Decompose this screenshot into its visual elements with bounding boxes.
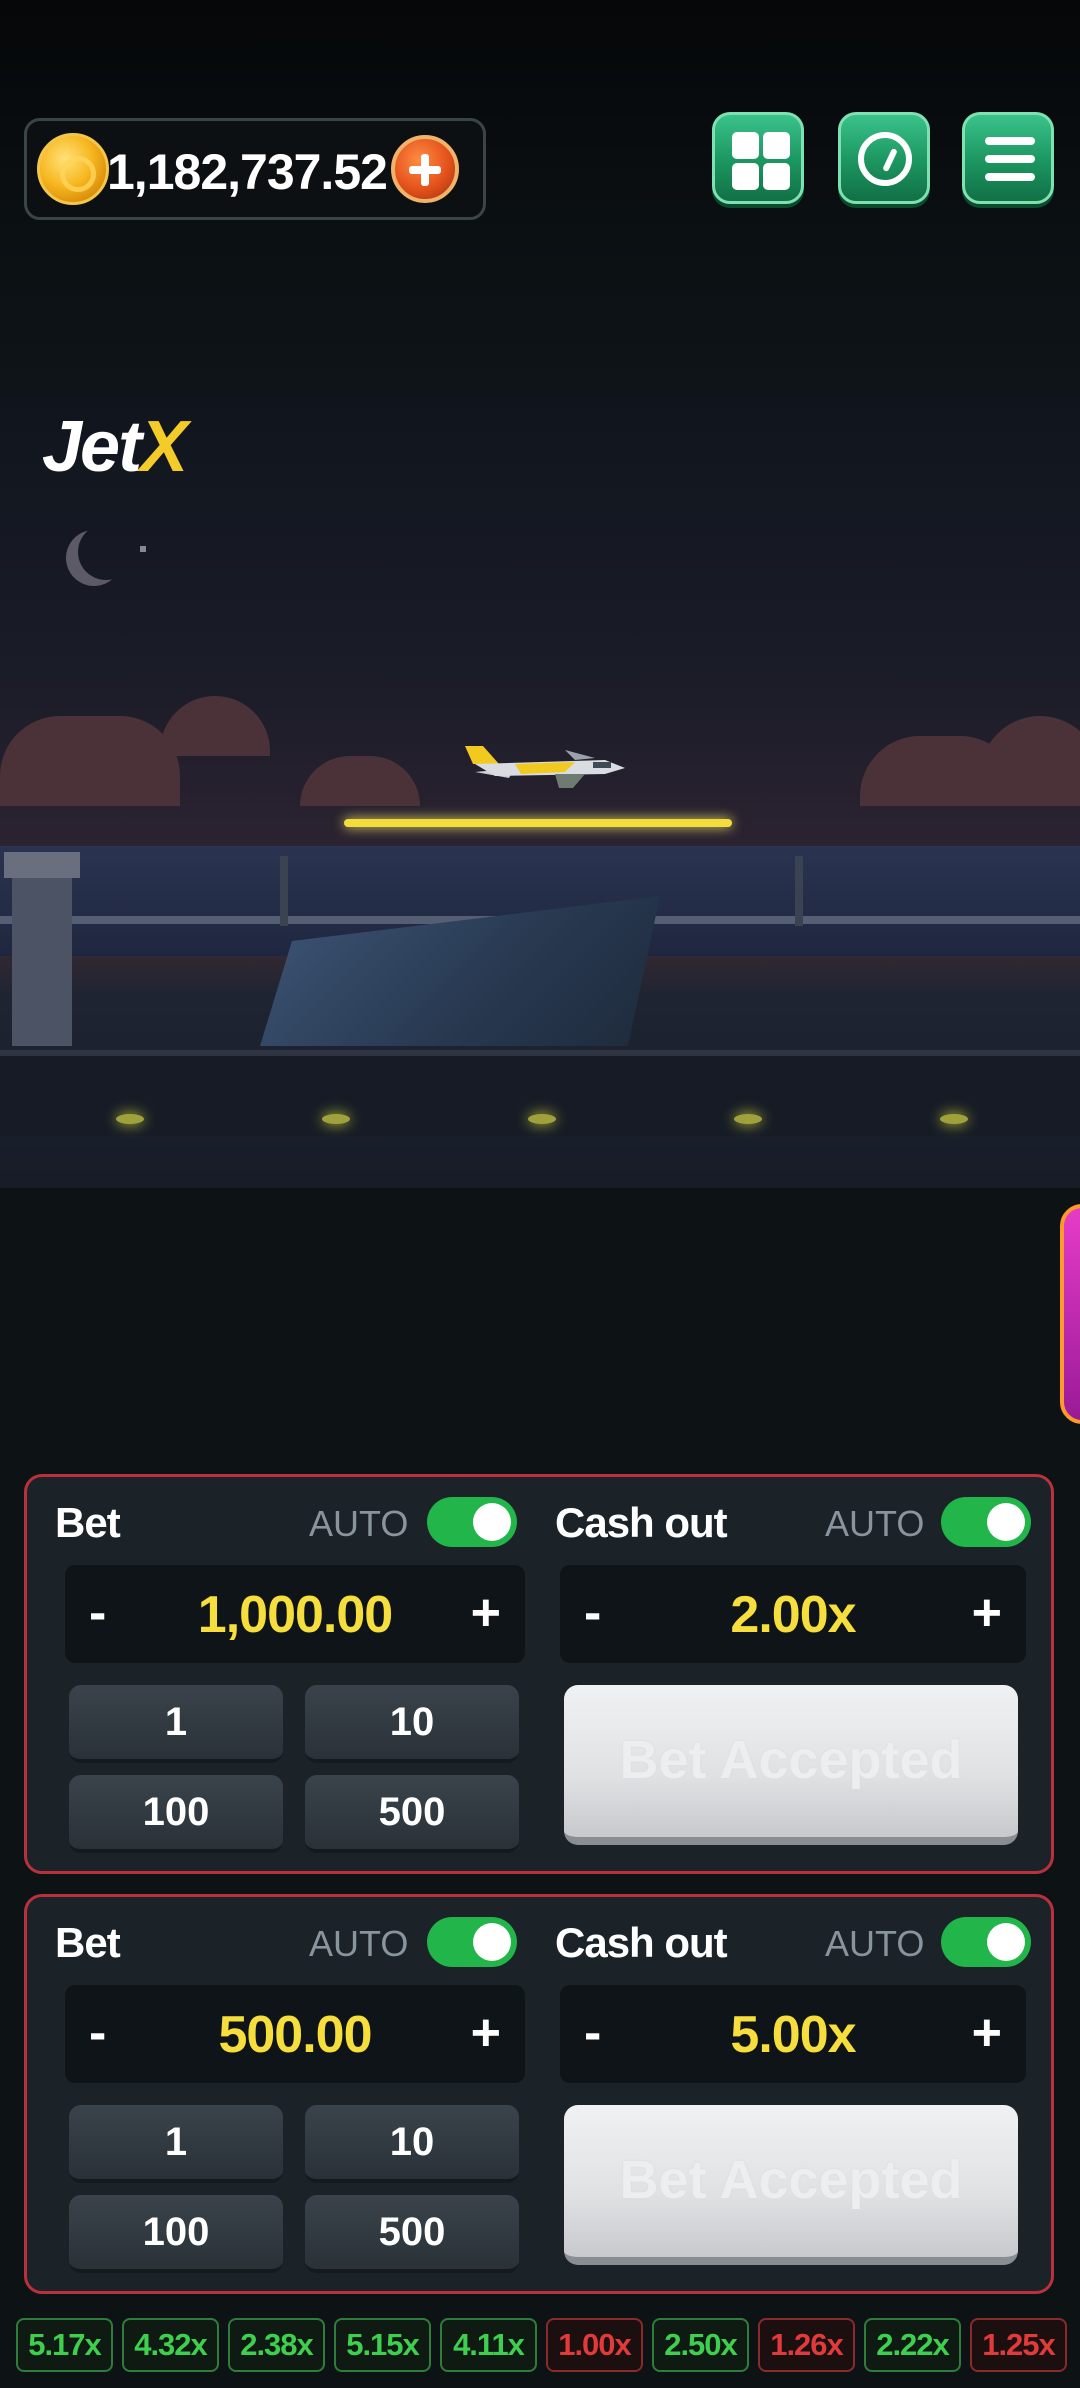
cashout-increase-button[interactable]: +: [972, 2003, 1002, 2063]
history-clock-button[interactable]: [838, 112, 930, 204]
runway: [0, 1056, 1080, 1136]
bet-amount-stepper: - 1,000.00 +: [65, 1565, 525, 1663]
game-scene: JetX: [0, 396, 1080, 1188]
grid-menu-button[interactable]: [712, 112, 804, 204]
bet-amount-stepper: - 500.00 +: [65, 1985, 525, 2083]
multiplier-history: 5.17x 4.32x 2.38x 5.15x 4.11x 1.00x 2.50…: [16, 2318, 1072, 2374]
history-item: 1.26x: [758, 2318, 855, 2372]
cashout-value[interactable]: 2.00x: [560, 1585, 1026, 1645]
coin-icon: [37, 133, 109, 205]
bet-accepted-button[interactable]: Bet Accepted: [564, 1685, 1018, 1845]
chip-button[interactable]: 500: [305, 1775, 519, 1853]
cashout-auto-label: AUTO: [825, 1503, 925, 1544]
chip-button[interactable]: 100: [69, 1775, 283, 1853]
history-item: 4.11x: [440, 2318, 537, 2372]
add-balance-icon[interactable]: [391, 135, 459, 203]
chip-button[interactable]: 500: [305, 2195, 519, 2273]
bet-label: Bet: [55, 1499, 121, 1546]
runway-light: [116, 1114, 144, 1124]
jet-trail: [344, 819, 732, 827]
top-bar: 1,182,737.52: [0, 0, 1080, 396]
bet-auto-label: AUTO: [309, 1503, 409, 1544]
cloud: [980, 716, 1080, 806]
promo-side-tab[interactable]: [1060, 1204, 1080, 1424]
bet-panel-2: Bet AUTO Cash out AUTO - 500.00 + - 5.00…: [24, 1894, 1054, 2294]
moon-icon: [78, 524, 134, 580]
bet-increase-button[interactable]: +: [471, 2003, 501, 2063]
cloud: [160, 696, 270, 756]
chip-button[interactable]: 10: [305, 1685, 519, 1763]
cashout-stepper: - 2.00x +: [560, 1565, 1026, 1663]
history-item: 5.17x: [16, 2318, 113, 2372]
history-item: 4.32x: [122, 2318, 219, 2372]
chip-button[interactable]: 10: [305, 2105, 519, 2183]
jetx-logo: JetX: [42, 407, 188, 487]
control-tower: [12, 866, 72, 1046]
cashout-increase-button[interactable]: +: [972, 1583, 1002, 1643]
balance-display: 1,182,737.52: [24, 118, 486, 220]
history-item: 2.50x: [652, 2318, 749, 2372]
cloud: [0, 716, 180, 806]
cloud: [300, 756, 420, 806]
history-item: 2.22x: [864, 2318, 961, 2372]
cashout-value[interactable]: 5.00x: [560, 2005, 1026, 2065]
runway-light: [734, 1114, 762, 1124]
bet-label: Bet: [55, 1919, 121, 1966]
cashout-label: Cash out: [555, 1919, 728, 1966]
bet-panel-1: Bet AUTO Cash out AUTO - 1,000.00 + - 2.…: [24, 1474, 1054, 1874]
runway-light: [528, 1114, 556, 1124]
balance-value: 1,182,737.52: [107, 144, 388, 200]
history-item: 1.00x: [546, 2318, 643, 2372]
history-item: 5.15x: [334, 2318, 431, 2372]
watchtower: [280, 856, 288, 926]
runway-light: [322, 1114, 350, 1124]
chip-button[interactable]: 100: [69, 2195, 283, 2273]
bet-auto-toggle[interactable]: [427, 1497, 517, 1547]
cashout-label: Cash out: [555, 1499, 728, 1546]
cashout-auto-toggle[interactable]: [941, 1917, 1031, 1967]
bet-auto-toggle[interactable]: [427, 1917, 517, 1967]
watchtower: [795, 856, 803, 926]
control-tower-top: [4, 852, 80, 878]
chip-button[interactable]: 1: [69, 2105, 283, 2183]
jet-icon: [465, 746, 625, 788]
star-icon: [140, 546, 146, 552]
main-menu-button[interactable]: [962, 112, 1054, 204]
clock-icon: [858, 132, 912, 186]
history-item: 1.25x: [970, 2318, 1067, 2372]
cashout-stepper: - 5.00x +: [560, 1985, 1026, 2083]
bet-amount-value[interactable]: 500.00: [65, 2005, 525, 2065]
bet-auto-label: AUTO: [309, 1923, 409, 1964]
chip-button[interactable]: 1: [69, 1685, 283, 1763]
cashout-auto-label: AUTO: [825, 1923, 925, 1964]
bet-amount-value[interactable]: 1,000.00: [65, 1585, 525, 1645]
bet-accepted-button[interactable]: Bet Accepted: [564, 2105, 1018, 2265]
history-item: 2.38x: [228, 2318, 325, 2372]
cashout-auto-toggle[interactable]: [941, 1497, 1031, 1547]
bet-increase-button[interactable]: +: [471, 1583, 501, 1643]
runway-light: [940, 1114, 968, 1124]
